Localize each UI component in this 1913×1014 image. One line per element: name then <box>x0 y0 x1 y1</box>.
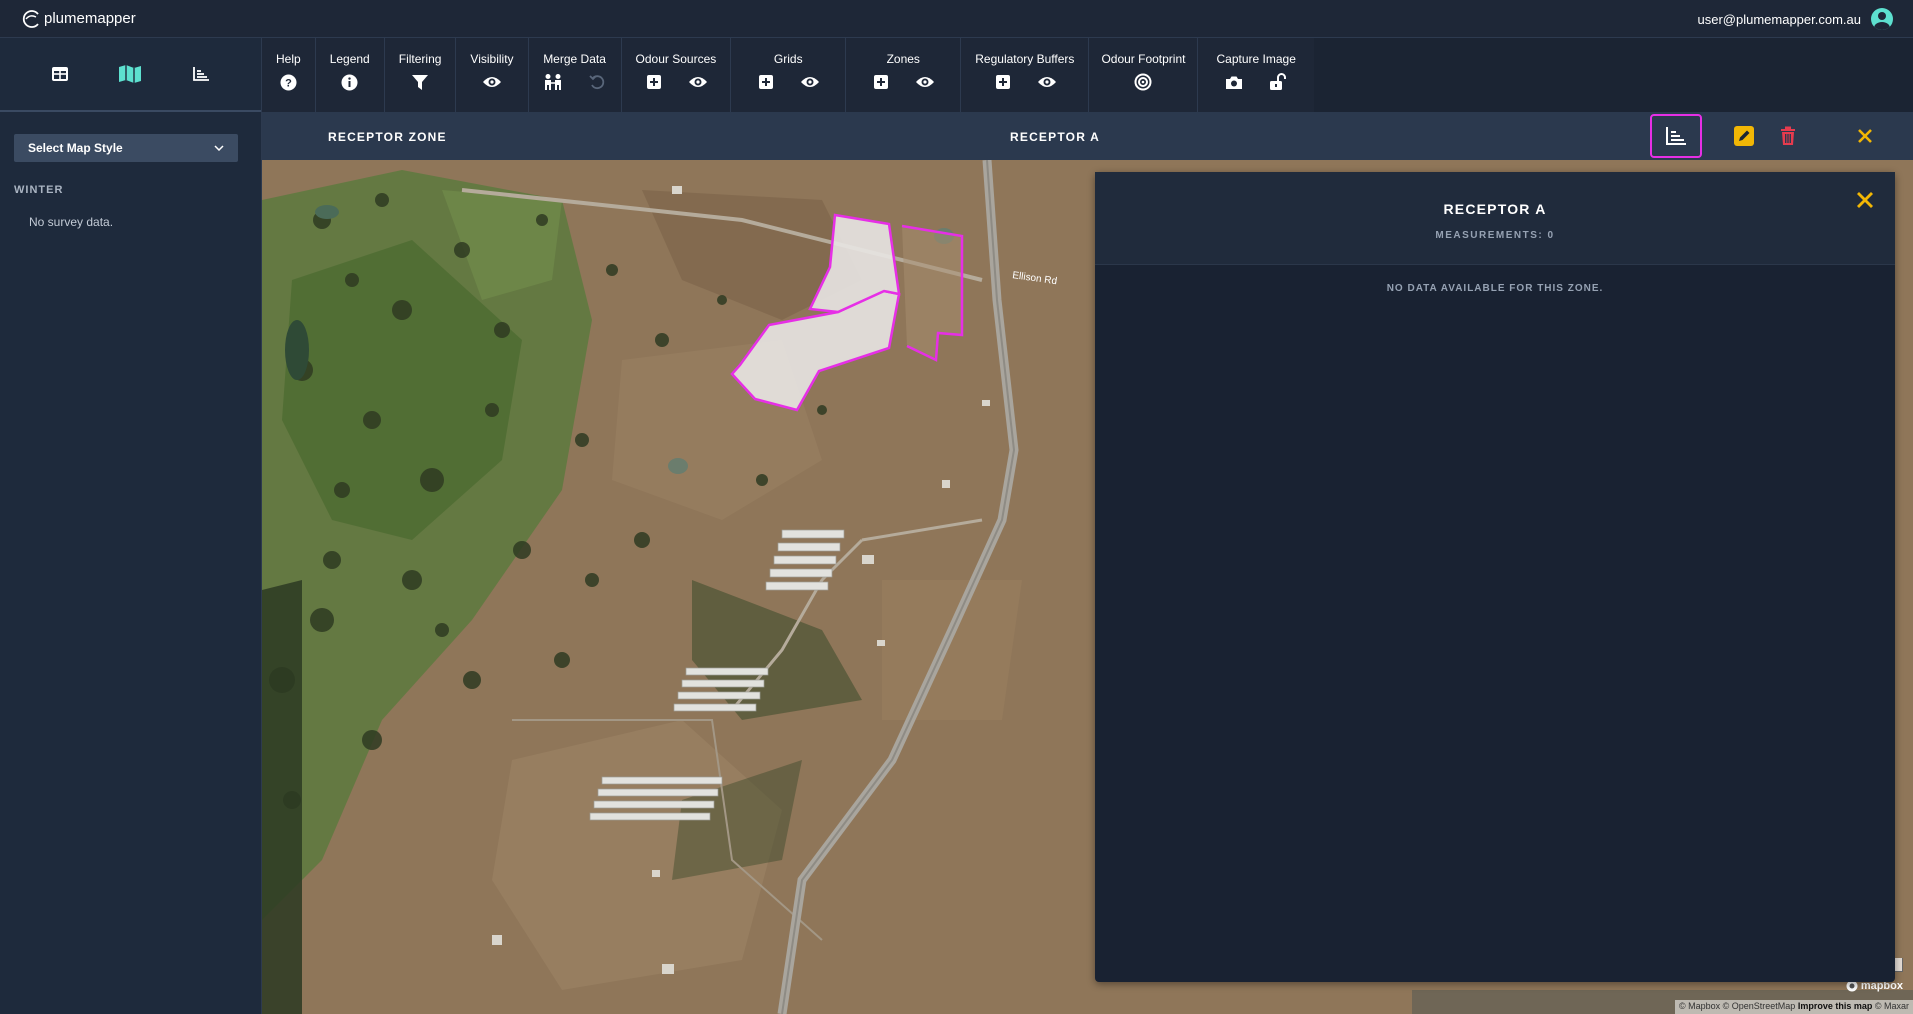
add-grid-button[interactable] <box>756 72 776 92</box>
chart-icon <box>1666 127 1686 145</box>
toggle-buffers-button[interactable] <box>1037 72 1057 92</box>
receptor-panel: RECEPTOR A MEASUREMENTS: 0 NO DATA AVAIL… <box>1095 172 1895 982</box>
toolbar-group-capture-image: Capture Image <box>1198 38 1314 112</box>
capture-image-button[interactable] <box>1224 72 1244 92</box>
toolbar-group-grids: Grids <box>731 38 847 112</box>
zone-chart-button[interactable] <box>1650 114 1702 158</box>
toolbar-label: Legend <box>329 52 370 66</box>
toolbar-group-regulatory-buffers: Regulatory Buffers <box>961 38 1090 112</box>
toolbar-label: Regulatory Buffers <box>975 52 1075 66</box>
toolbar-group-merge-data: Merge Data <box>528 38 622 112</box>
eye-icon <box>916 77 935 87</box>
unlock-icon <box>1270 73 1287 90</box>
attribution-maxar[interactable]: © Maxar <box>1875 1001 1909 1011</box>
undo-merge-button[interactable] <box>587 72 607 92</box>
pencil-icon <box>1734 126 1754 146</box>
chart-icon <box>192 67 209 81</box>
zone-header-bar: RECEPTOR ZONE RECEPTOR A <box>262 112 1913 160</box>
toolbar-label: Grids <box>773 52 803 66</box>
info-icon <box>341 74 358 90</box>
toolbar-label: Filtering <box>398 52 442 66</box>
filter-button[interactable] <box>410 72 430 92</box>
toggle-grids-button[interactable] <box>800 72 820 92</box>
trash-icon <box>1781 126 1795 145</box>
delete-zone-button[interactable] <box>1762 114 1814 158</box>
add-buffer-button[interactable] <box>993 72 1013 92</box>
help-button[interactable]: ? <box>278 72 298 92</box>
chevron-down-icon <box>214 145 224 151</box>
season-heading: WINTER <box>14 184 64 196</box>
odour-footprint-button[interactable] <box>1133 72 1153 92</box>
no-data-message: NO DATA AVAILABLE FOR THIS ZONE. <box>1386 283 1604 294</box>
merge-icon <box>544 74 561 90</box>
add-odour-source-button[interactable] <box>644 72 664 92</box>
eye-icon <box>801 77 820 87</box>
panel-header: RECEPTOR A MEASUREMENTS: 0 <box>1095 172 1895 265</box>
close-zone-button[interactable] <box>1839 114 1891 158</box>
add-zone-button[interactable] <box>871 72 891 92</box>
user-avatar-icon[interactable] <box>1871 8 1893 30</box>
measurements-count: MEASUREMENTS: 0 <box>1435 230 1555 241</box>
toolbar-group-odour-footprint: Odour Footprint <box>1089 38 1199 112</box>
eye-icon <box>688 77 707 87</box>
toolbar-label: Help <box>276 52 301 66</box>
toolbar-group-odour-sources: Odour Sources <box>621 38 732 112</box>
toolbar-label: Merge Data <box>543 52 606 66</box>
close-icon <box>1858 129 1872 143</box>
zone-name-title: RECEPTOR A <box>1010 130 1101 144</box>
no-survey-text: No survey data. <box>29 215 114 229</box>
plume-logo-icon <box>22 10 39 28</box>
close-icon <box>1857 192 1873 208</box>
merge-data-button[interactable] <box>543 72 563 92</box>
svg-text:?: ? <box>285 77 292 89</box>
tab-chart-view[interactable] <box>181 54 221 94</box>
user-email: user@plumemapper.com.au <box>1697 11 1862 27</box>
zone-type-title: RECEPTOR ZONE <box>328 130 447 144</box>
improve-map-link[interactable]: Improve this map <box>1798 1001 1873 1011</box>
toolbar-group-zones: Zones <box>846 38 962 112</box>
eye-icon <box>1037 77 1056 87</box>
main-toolbar: Help ? Legend Filtering Visibility Merge… <box>262 38 1314 112</box>
toolbar-label: Visibility <box>470 52 514 66</box>
toolbar-label: Odour Sources <box>635 52 717 66</box>
toggle-odour-sources-button[interactable] <box>688 72 708 92</box>
help-icon: ? <box>280 74 297 90</box>
logo-text: plumemapper <box>44 9 136 27</box>
toggle-zones-button[interactable] <box>915 72 935 92</box>
add-icon <box>995 75 1010 89</box>
map-style-select[interactable]: Select Map Style <box>14 134 238 162</box>
eye-icon <box>482 77 501 87</box>
toolbar-label: Odour Footprint <box>1101 52 1186 66</box>
toolbar-group-legend: Legend <box>315 38 385 112</box>
table-icon <box>52 67 69 81</box>
left-sidebar: Select Map Style WINTER No survey data. <box>0 38 262 1014</box>
filter-icon <box>412 74 429 90</box>
top-bar: plumemapper user@plumemapper.com.au <box>0 0 1913 38</box>
camera-icon <box>1226 76 1243 89</box>
legend-button[interactable] <box>340 72 360 92</box>
tab-table-view[interactable] <box>40 54 80 94</box>
toolbar-label: Capture Image <box>1216 52 1296 66</box>
map-style-label: Select Map Style <box>28 141 123 155</box>
toolbar-label: Zones <box>886 52 920 66</box>
target-icon <box>1134 73 1152 91</box>
add-icon <box>646 75 661 89</box>
toolbar-group-visibility: Visibility <box>456 38 529 112</box>
panel-title: RECEPTOR A <box>1443 201 1547 217</box>
add-icon <box>874 75 889 89</box>
panel-close-button[interactable] <box>1851 186 1879 214</box>
add-icon <box>759 75 774 89</box>
undo-icon <box>588 75 604 90</box>
toolbar-group-filtering: Filtering <box>384 38 457 112</box>
user-menu[interactable]: user@plumemapper.com.au <box>1697 8 1893 30</box>
visibility-button[interactable] <box>482 72 502 92</box>
tab-map-view[interactable] <box>110 54 150 94</box>
toolbar-group-help: Help ? <box>262 38 316 112</box>
lock-map-button[interactable] <box>1268 72 1288 92</box>
app-logo[interactable]: plumemapper <box>20 8 136 28</box>
attribution-text[interactable]: © Mapbox © OpenStreetMap <box>1679 1001 1795 1011</box>
map-attribution: © Mapbox © OpenStreetMap Improve this ma… <box>1674 1000 1913 1014</box>
map-icon <box>119 65 142 83</box>
view-tabs <box>0 38 261 112</box>
